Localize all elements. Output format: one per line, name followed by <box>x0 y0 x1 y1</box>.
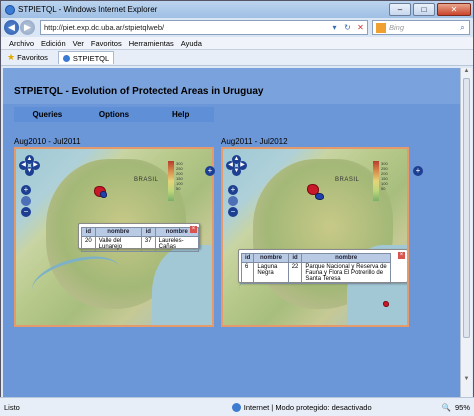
address-bar[interactable]: http://piet.exp.dc.uba.ar/stpietqlweb/ ▾… <box>40 20 368 35</box>
map-1[interactable]: BRASIL 300 250 200 150 100 50 ▲ ◀ ▶ ▼ + − × … <box>14 147 214 327</box>
zone-text: Internet | Modo protegido: desactivado <box>243 402 372 412</box>
favorites-bar: ★ Favoritos STPIETQL <box>1 50 473 66</box>
menu-bar: Archivo Edición Ver Favoritos Herramient… <box>1 37 473 50</box>
protected-area-marker[interactable] <box>383 301 389 307</box>
zoom-world-icon[interactable] <box>228 196 238 206</box>
tab-stpietql[interactable]: STPIETQL <box>57 51 115 64</box>
country-label: BRASIL <box>335 177 360 183</box>
search-input[interactable]: Bing <box>389 23 456 32</box>
pan-control: ▲ ◀ ▶ ▼ <box>226 155 248 177</box>
legend-labels: 300 250 200 150 100 50 <box>381 161 388 191</box>
refresh-icon[interactable]: ↻ <box>341 21 354 34</box>
stop-icon[interactable]: ✕ <box>354 21 367 34</box>
info-popup: × id nombre id nombre 20 Valle del Lunarejo… <box>78 223 200 252</box>
menu-options[interactable]: Options <box>81 107 148 122</box>
menu-edicion[interactable]: Edición <box>41 39 66 48</box>
elevation-legend <box>373 161 379 201</box>
scroll-thumb[interactable] <box>463 78 470 338</box>
zoom-control: + − <box>228 185 238 218</box>
back-icon[interactable]: ◀ <box>4 20 19 35</box>
window-title: STPIETQL - Windows Internet Explorer <box>18 5 158 14</box>
close-icon[interactable]: × <box>398 252 405 259</box>
menu-help[interactable]: Help <box>147 107 214 122</box>
period-label-2: Aug2011 - Jul2012 <box>221 137 288 146</box>
dropdown-icon[interactable]: ▾ <box>328 21 341 34</box>
popup-table: id nombre id nombre 6 Laguna Negra 22 Parque… <box>240 253 391 284</box>
map-2[interactable]: BRASIL 300 250 200 150 100 50 ▲ ◀ ▶ ▼ + − × … <box>221 147 409 327</box>
forward-icon[interactable]: ▶ <box>20 20 35 35</box>
pan-down-icon[interactable]: ▼ <box>232 167 241 176</box>
star-icon[interactable]: ★ <box>7 52 15 63</box>
layer-switcher-icon[interactable]: + <box>205 166 215 176</box>
globe-icon <box>231 402 241 412</box>
zoom-icon[interactable]: 🔍 <box>442 403 451 412</box>
zoom-in-icon[interactable]: + <box>228 185 238 195</box>
layer-switcher-icon[interactable]: + <box>413 166 423 176</box>
zoom-level[interactable]: 95% <box>455 403 470 412</box>
table-row: 6 Laguna Negra 22 Parque Nacional y Reserv… <box>240 262 391 284</box>
search-icon[interactable]: ⌕ <box>456 21 469 34</box>
close-icon[interactable]: × <box>190 226 197 233</box>
period-label-1: Aug2010 - Jul2011 <box>14 137 81 146</box>
menu-favoritos[interactable]: Favoritos <box>91 39 122 48</box>
maximize-button[interactable]: □ <box>413 3 435 16</box>
close-button[interactable]: ✕ <box>437 3 471 16</box>
address-input[interactable]: http://piet.exp.dc.uba.ar/stpietqlweb/ <box>44 23 328 32</box>
country-label: BRASIL <box>134 177 159 183</box>
search-box[interactable]: Bing ⌕ <box>372 20 470 35</box>
bing-icon <box>376 22 386 33</box>
table-row: 20 Valle del Lunarejo 37 Laureles-Cañas <box>81 236 200 252</box>
menu-queries[interactable]: Queries <box>14 107 81 122</box>
menu-ayuda[interactable]: Ayuda <box>181 39 202 48</box>
page-title: STPIETQL - Evolution of Protected Areas … <box>14 86 264 97</box>
info-popup: × id nombre id nombre 6 Laguna Negra 22 Parq… <box>238 249 407 284</box>
menu-ver[interactable]: Ver <box>73 39 84 48</box>
protected-area-marker[interactable] <box>315 193 324 200</box>
zoom-world-icon[interactable] <box>21 196 31 206</box>
popup-table: id nombre id nombre 20 Valle del Lunarejo 3… <box>81 227 200 252</box>
zoom-out-icon[interactable]: − <box>228 207 238 217</box>
scroll-up-icon[interactable]: ▲ <box>461 68 472 78</box>
address-row: ◀ ▶ http://piet.exp.dc.uba.ar/stpietqlwe… <box>1 18 473 37</box>
ie-tab-icon <box>62 54 70 62</box>
menu-herramientas[interactable]: Herramientas <box>129 39 174 48</box>
scroll-down-icon[interactable]: ▼ <box>461 376 472 386</box>
zoom-out-icon[interactable]: − <box>21 207 31 217</box>
protected-area-marker[interactable] <box>100 191 107 198</box>
zoom-in-icon[interactable]: + <box>21 185 31 195</box>
pan-down-icon[interactable]: ▼ <box>25 167 34 176</box>
tab-label: STPIETQL <box>72 53 110 63</box>
title-bar: STPIETQL - Windows Internet Explorer – □… <box>1 1 473 18</box>
vertical-scrollbar[interactable]: ▲ ▼ <box>460 68 472 397</box>
elevation-legend <box>168 161 174 201</box>
favorites-button[interactable]: Favoritos <box>17 53 48 62</box>
status-bar: Listo Internet | Modo protegido: desacti… <box>0 397 474 416</box>
ie-logo-icon <box>5 4 15 15</box>
app-menu: Queries Options Help <box>14 107 214 122</box>
minimize-button[interactable]: – <box>389 3 411 16</box>
status-text: Listo <box>4 402 20 412</box>
zoom-control: + − <box>21 185 31 218</box>
pan-control: ▲ ◀ ▶ ▼ <box>19 155 41 177</box>
legend-labels: 300 250 200 150 100 50 <box>176 161 183 191</box>
menu-archivo[interactable]: Archivo <box>9 39 34 48</box>
